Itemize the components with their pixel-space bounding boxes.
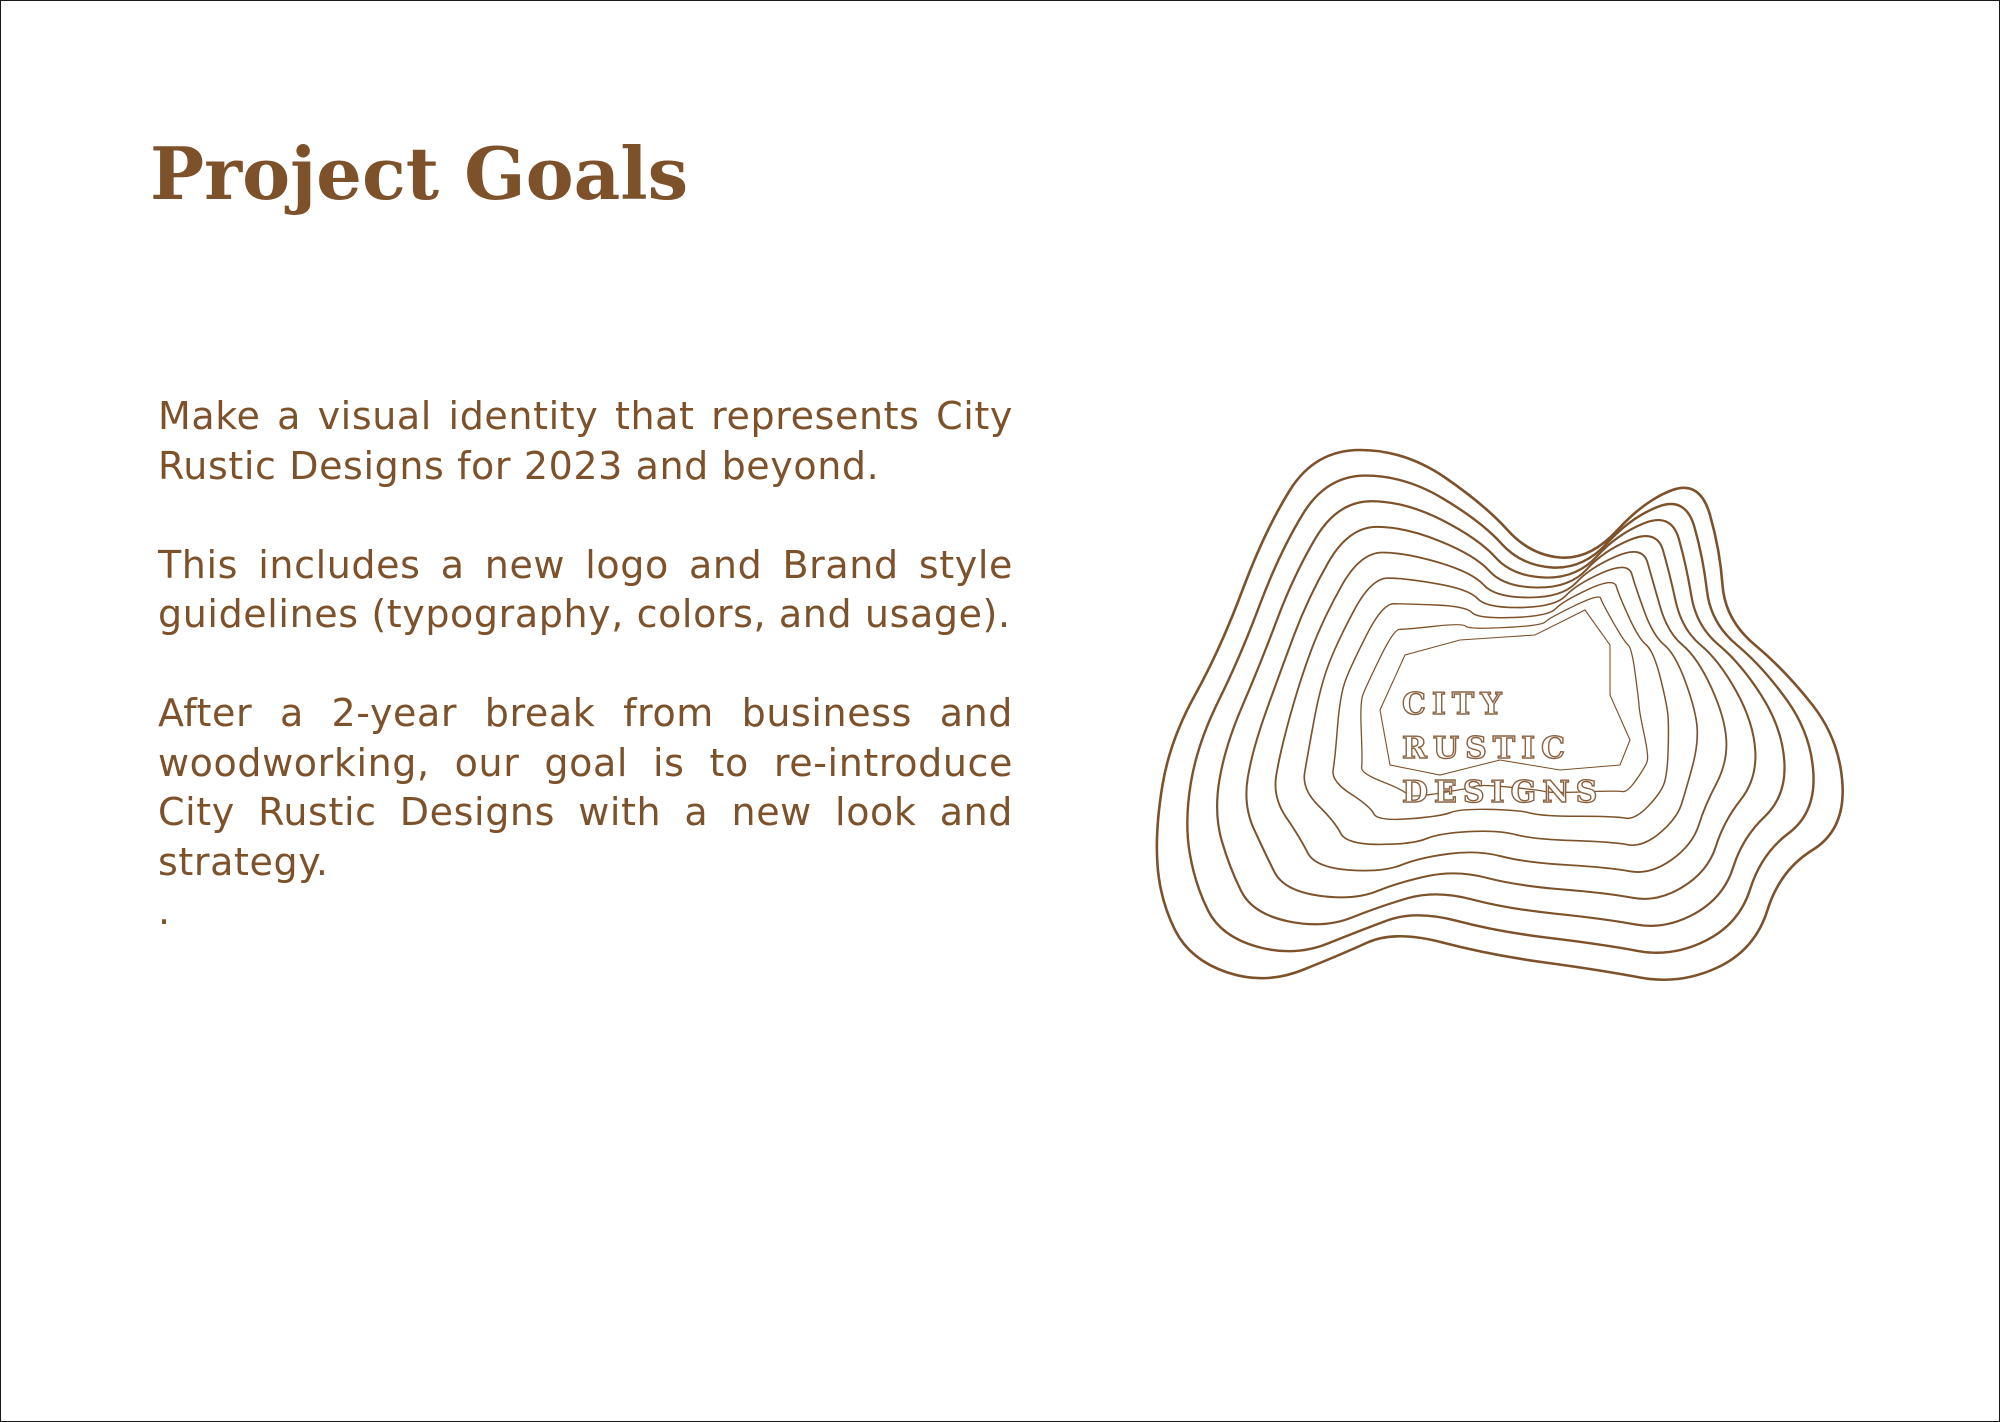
goal-paragraph-2: This includes a new logo and Brand style… <box>158 542 1013 637</box>
goal-paragraph-1: Make a visual identity that represents C… <box>158 394 1013 488</box>
logo-text-rustic: RUSTIC <box>1402 731 1571 766</box>
city-rustic-designs-logo: CITY RUSTIC DESIGNS <box>1140 430 1860 1000</box>
logo-text-city: CITY <box>1402 687 1508 722</box>
goals-text: Make a visual identity that represents C… <box>158 392 1013 937</box>
page-title: Project Goals <box>150 131 689 216</box>
tree-ring-logo-graphic: CITY RUSTIC DESIGNS <box>1155 448 1844 982</box>
trailing-dot: . <box>158 889 171 933</box>
logo-text-designs: DESIGNS <box>1402 775 1603 810</box>
goal-paragraph-3: After a 2-year break from business and w… <box>158 691 1013 884</box>
